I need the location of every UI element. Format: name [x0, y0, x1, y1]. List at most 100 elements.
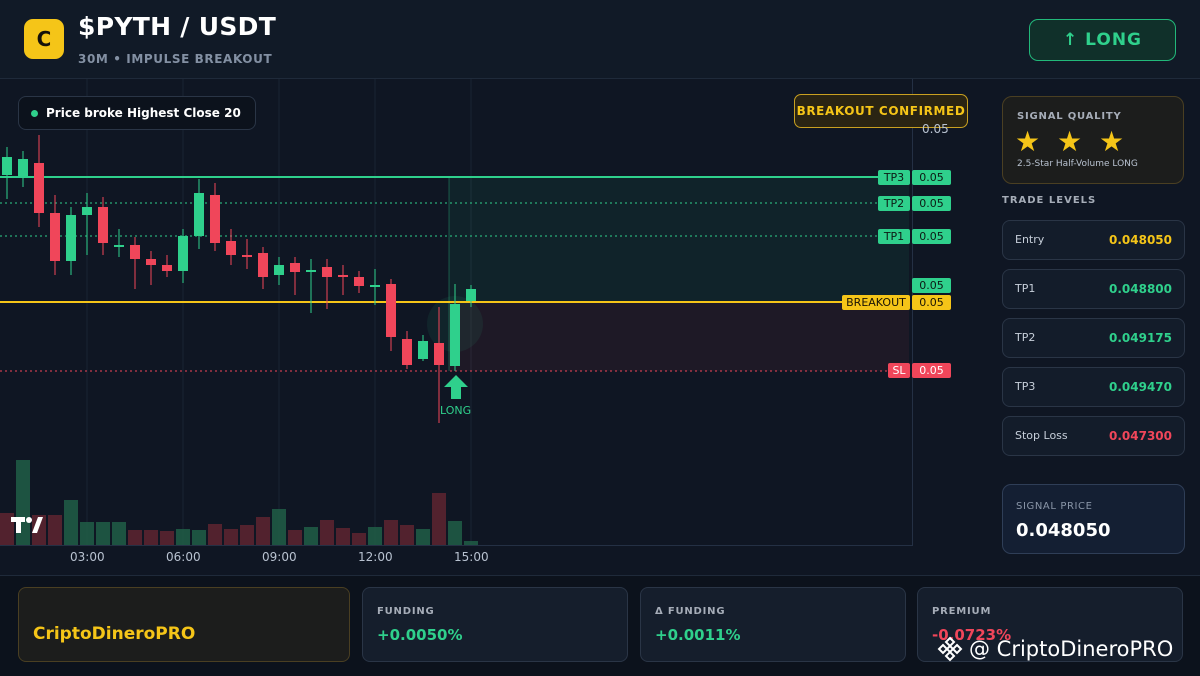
time-tick-0600: 06:00 [166, 550, 201, 564]
app-logo: C [24, 19, 64, 59]
candle-body [162, 265, 172, 271]
candle-body [386, 284, 396, 337]
delta-funding-label: Δ FUNDING [655, 606, 726, 617]
time-tick-0900: 09:00 [262, 550, 297, 564]
risk-zone [449, 302, 909, 371]
volume-bar [416, 529, 430, 545]
candle-body [2, 157, 12, 175]
time-tick-0300: 03:00 [70, 550, 105, 564]
level-label: TP2 [1015, 331, 1036, 344]
volume-bar [144, 530, 158, 545]
time-tick-1200: 12:00 [358, 550, 393, 564]
candle-body [18, 159, 28, 177]
volume-bar [128, 530, 142, 545]
tp2-line-tag: TP2 [878, 196, 910, 211]
volume-bar [112, 522, 126, 545]
funding-label: FUNDING [377, 606, 435, 617]
sl-line-tag: SL [888, 363, 910, 378]
tradingview-logo-icon [11, 517, 43, 533]
candle-body [82, 207, 92, 215]
candle-body [146, 259, 156, 265]
delta-funding-value: +0.0011% [655, 626, 741, 644]
level-tp3: TP3 0.049470 [1002, 367, 1185, 407]
candle-body [434, 343, 444, 365]
volume-bar [272, 509, 286, 545]
candle-body [34, 163, 44, 213]
tp1-line-tag: TP1 [878, 229, 910, 244]
volume-bar [160, 531, 174, 545]
candle-body [114, 245, 124, 247]
level-value: 0.049470 [1108, 380, 1172, 394]
long-button[interactable]: ↑ LONG [1029, 19, 1176, 61]
price-axis-top-label: 0.05 [922, 122, 949, 136]
volume-bar [288, 530, 302, 545]
time-tick-1500: 15:00 [454, 550, 489, 564]
signal-quality-title: SIGNAL QUALITY [1017, 111, 1122, 122]
candle-body [370, 285, 380, 287]
funding-card: FUNDING +0.0050% [362, 587, 628, 662]
candle-body [66, 215, 76, 261]
volume-bar [464, 541, 478, 545]
tradingview-logo [10, 515, 44, 540]
long-signal-label: LONG [440, 404, 472, 417]
profit-zone [449, 177, 909, 302]
level-label: Stop Loss [1015, 429, 1068, 442]
candle-body [402, 339, 412, 365]
candle-body [210, 195, 220, 243]
signal-quality-card: SIGNAL QUALITY ★ ★ ★ 2.5-Star Half-Volum… [1002, 96, 1184, 184]
candle-body [194, 193, 204, 236]
notice-text: Price broke Highest Close 20 [46, 106, 241, 120]
watermark-text: @ CriptoDineroPRO [969, 637, 1174, 661]
volume-bar [320, 520, 334, 545]
tp2-price-tag: 0.05 [912, 196, 951, 211]
sl-price-tag: 0.05 [912, 363, 951, 378]
premium-label: PREMIUM [932, 606, 992, 617]
candle-body [130, 245, 140, 259]
volume-bar [448, 521, 462, 545]
pair-title: $PYTH / USDT [78, 12, 277, 41]
volume-bar [368, 527, 382, 545]
level-label: TP1 [1015, 282, 1036, 295]
current-price-tag: 0.05 [912, 278, 951, 293]
volume-bar [304, 527, 318, 545]
volume-bar [48, 515, 62, 545]
volume-bar [240, 525, 254, 545]
long-arrow-icon [443, 374, 469, 400]
candle-body [98, 207, 108, 243]
volume-bar [352, 533, 366, 545]
volume-bar [176, 529, 190, 545]
candle-body [466, 289, 476, 301]
breakout-notice: Price broke Highest Close 20 [18, 96, 256, 130]
volume-bar [192, 530, 206, 545]
level-value: 0.047300 [1108, 429, 1172, 443]
candle-body [322, 267, 332, 277]
candle-body [306, 270, 316, 272]
candle-body [50, 213, 60, 261]
level-tp1: TP1 0.048800 [1002, 269, 1185, 309]
level-label: Entry [1015, 233, 1045, 246]
watermark: @ CriptoDineroPRO [937, 636, 1173, 662]
status-dot-icon [31, 109, 38, 117]
volume-bar [224, 529, 238, 545]
level-stop-loss: Stop Loss 0.047300 [1002, 416, 1185, 456]
candle-body [338, 275, 348, 277]
candle-body [354, 277, 364, 286]
candle-body [258, 253, 268, 277]
level-value: 0.048050 [1108, 233, 1172, 247]
signal-price-card: SIGNAL PRICE 0.048050 [1002, 484, 1185, 554]
volume-bar [208, 524, 222, 545]
signal-price-value: 0.048050 [1016, 520, 1111, 541]
volume-bar [432, 493, 446, 545]
volume-bar [80, 522, 94, 545]
tp1-price-tag: 0.05 [912, 229, 951, 244]
volume-bar [96, 522, 110, 545]
candle-body [226, 241, 236, 255]
funding-value: +0.0050% [377, 626, 463, 644]
level-value: 0.049175 [1108, 331, 1172, 345]
level-label: TP3 [1015, 380, 1036, 393]
pair-subtitle: 30M • IMPULSE BREAKOUT [78, 52, 273, 66]
level-entry: Entry 0.048050 [1002, 220, 1185, 260]
price-chart[interactable] [0, 79, 913, 546]
trade-levels-title: TRADE LEVELS [1002, 195, 1097, 206]
level-tp2: TP2 0.049175 [1002, 318, 1185, 358]
